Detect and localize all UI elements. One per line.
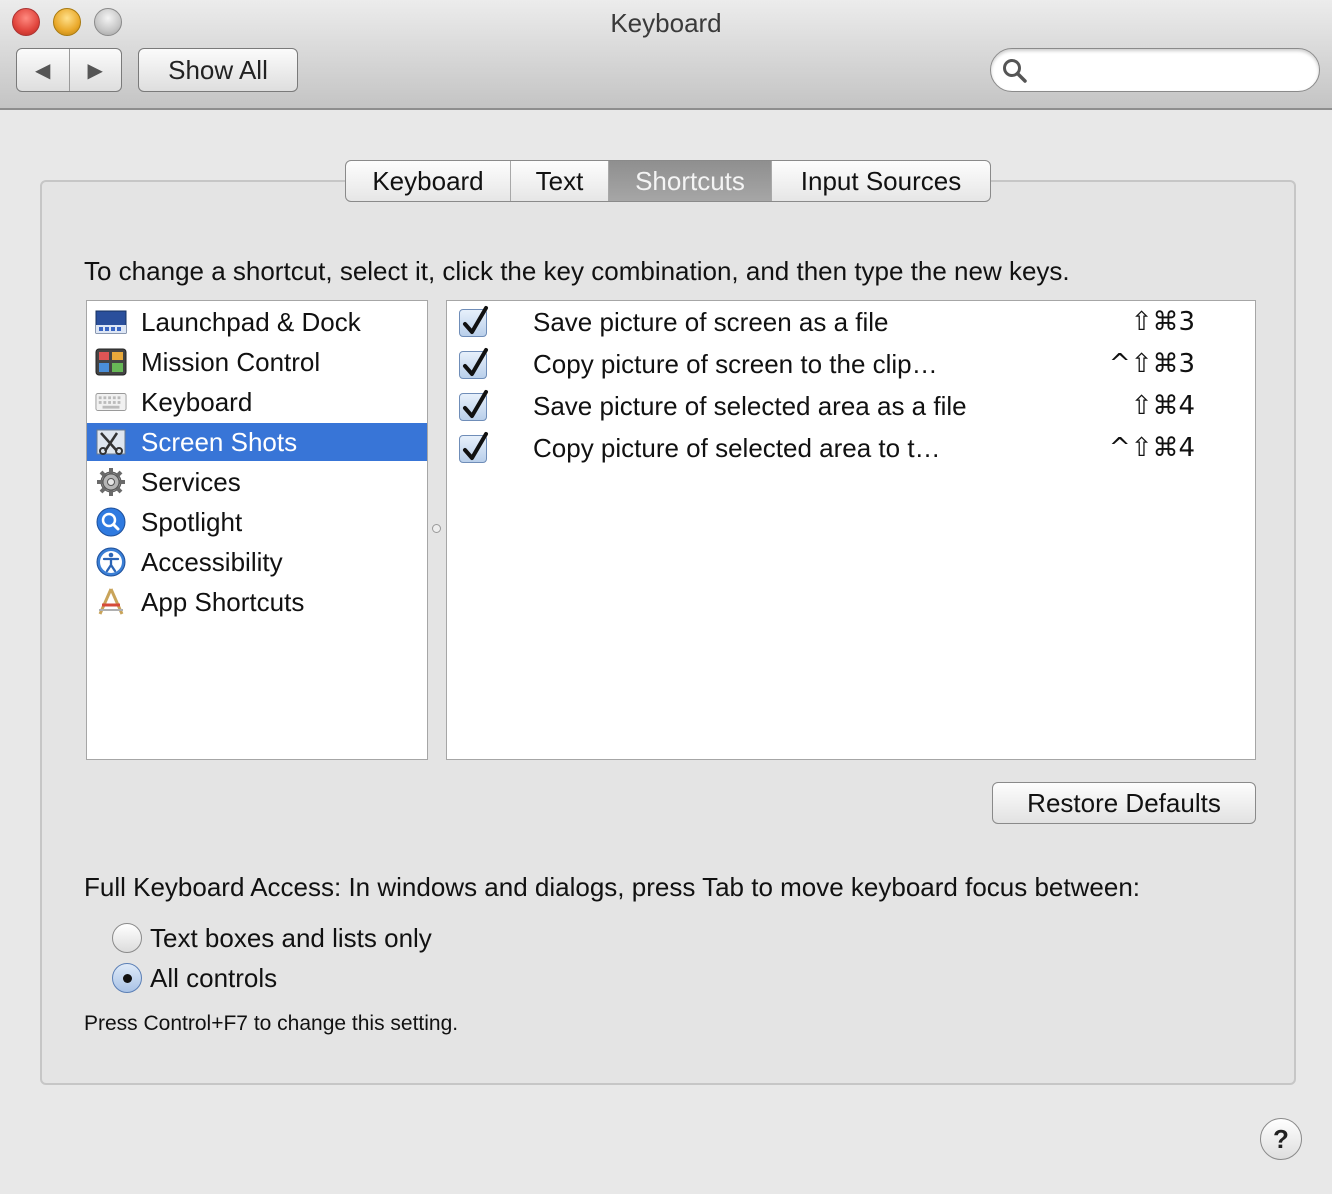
category-app-shortcuts[interactable]: App Shortcuts — [87, 583, 427, 621]
category-spotlight[interactable]: Spotlight — [87, 503, 427, 541]
help-button[interactable]: ? — [1260, 1118, 1302, 1160]
shortcut-row[interactable]: Copy picture of screen to the clip… ^⇧⌘3 — [447, 345, 1255, 387]
shortcut-row[interactable]: Copy picture of selected area to t… ^⇧⌘4 — [447, 429, 1255, 471]
shortcut-list: Save picture of screen as a file ⇧⌘3 Cop… — [446, 300, 1256, 760]
screen-shots-icon — [95, 426, 127, 458]
radio-all-controls[interactable]: All controls — [112, 962, 277, 994]
radio-label: All controls — [150, 962, 278, 993]
forward-icon: ▶ — [87, 59, 103, 82]
window-title: Keyboard — [610, 8, 722, 38]
shortcut-label: Save picture of screen as a file — [533, 307, 889, 337]
restore-defaults-button[interactable]: Restore Defaults — [992, 782, 1256, 824]
shortcut-label: Copy picture of screen to the clip… — [533, 349, 938, 379]
category-keyboard[interactable]: Keyboard — [87, 383, 427, 421]
forward-button[interactable]: ▶ — [70, 49, 122, 91]
accessibility-icon — [95, 546, 127, 578]
checkmark-icon — [463, 348, 488, 376]
tab-shortcuts[interactable]: Shortcuts — [609, 161, 772, 201]
shortcut-keys[interactable]: ^⇧⌘4 — [1109, 433, 1195, 463]
shortcut-enabled-checkbox[interactable] — [459, 348, 488, 379]
shortcut-row[interactable]: Save picture of screen as a file ⇧⌘3 — [447, 303, 1255, 345]
shortcut-keys[interactable]: ⇧⌘3 — [1131, 307, 1195, 337]
shortcut-row[interactable]: Save picture of selected area as a file … — [447, 387, 1255, 429]
shortcut-label: Save picture of selected area as a file — [533, 391, 967, 421]
radio-button[interactable] — [112, 963, 142, 993]
category-label: Services — [141, 466, 241, 497]
shortcut-enabled-checkbox[interactable] — [459, 306, 488, 337]
back-icon: ◀ — [35, 59, 51, 82]
shortcut-keys[interactable]: ^⇧⌘3 — [1109, 349, 1195, 379]
category-label: App Shortcuts — [141, 586, 305, 617]
category-label: Screen Shots — [141, 426, 298, 457]
shortcut-label: Copy picture of selected area to t… — [533, 433, 941, 463]
gear-icon — [95, 466, 127, 498]
search-icon — [1003, 59, 1027, 83]
hint-text: Press Control+F7 to change this setting. — [84, 1012, 459, 1035]
tab-input-sources[interactable]: Input Sources — [772, 161, 990, 201]
category-label: Mission Control — [141, 346, 321, 377]
mission-control-icon — [95, 346, 127, 378]
tab-bar: Keyboard Text Shortcuts Input Sources — [345, 160, 991, 202]
keyboard-icon — [95, 386, 127, 418]
shortcut-enabled-checkbox[interactable] — [459, 390, 488, 421]
tab-keyboard[interactable]: Keyboard — [346, 161, 511, 201]
app-shortcuts-icon — [95, 586, 127, 618]
radio-button[interactable] — [112, 923, 142, 953]
category-label: Spotlight — [141, 506, 243, 537]
category-label: Launchpad & Dock — [141, 306, 361, 337]
launchpad-dock-icon — [95, 306, 127, 338]
checkmark-icon — [463, 432, 488, 460]
category-mission-control[interactable]: Mission Control — [87, 343, 427, 381]
instruction-text: To change a shortcut, select it, click t… — [84, 256, 1070, 286]
category-screen-shots[interactable]: Screen Shots — [87, 423, 427, 461]
shortcut-keys[interactable]: ⇧⌘4 — [1131, 391, 1195, 421]
checkmark-icon — [463, 390, 488, 418]
show-all-button[interactable]: Show All — [138, 48, 298, 92]
spotlight-icon — [95, 506, 127, 538]
search-input[interactable] — [990, 48, 1320, 92]
window-toolbar: Keyboard ◀ ▶ Show All — [0, 0, 1332, 110]
category-services[interactable]: Services — [87, 463, 427, 501]
radio-label: Text boxes and lists only — [150, 922, 432, 953]
category-label: Keyboard — [141, 386, 253, 417]
full-keyboard-access-label: Full Keyboard Access: In windows and dia… — [84, 872, 1140, 902]
tab-text[interactable]: Text — [511, 161, 609, 201]
category-list: Launchpad & Dock Mission Control Keyboar… — [86, 300, 428, 760]
category-launchpad-dock[interactable]: Launchpad & Dock — [87, 303, 427, 341]
back-forward-control: ◀ ▶ — [16, 48, 122, 92]
category-accessibility[interactable]: Accessibility — [87, 543, 427, 581]
shortcut-enabled-checkbox[interactable] — [459, 432, 488, 463]
back-button[interactable]: ◀ — [17, 49, 70, 91]
category-label: Accessibility — [141, 546, 283, 577]
split-view-handle[interactable] — [432, 524, 441, 533]
radio-text-boxes-lists[interactable]: Text boxes and lists only — [112, 922, 432, 954]
checkmark-icon — [463, 306, 488, 334]
